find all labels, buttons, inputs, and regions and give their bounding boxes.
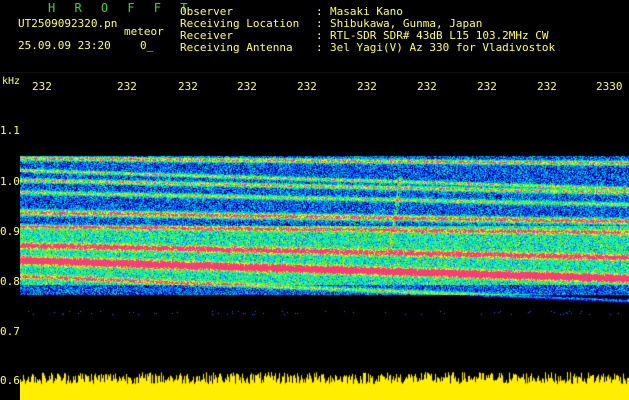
- freq-label: 0.6: [0, 374, 20, 387]
- time-tick: 232: [237, 80, 257, 93]
- time-tick: 232: [178, 80, 198, 93]
- freq-label: 0.9: [0, 225, 20, 238]
- app-title: H R O F F T: [48, 1, 194, 15]
- time-tick: 2330: [596, 80, 623, 93]
- time-axis: 232 232 232 232 232 232 232 232 232 2330: [0, 80, 629, 94]
- info-antenna-value: 3el Yagi(V) Az 330 for Vladivostok: [330, 41, 556, 54]
- freq-label: 1.0: [0, 175, 20, 188]
- spectrogram-waterfall: [20, 100, 629, 368]
- mode-label: meteor: [124, 25, 164, 38]
- freq-label: 0.8: [0, 275, 20, 288]
- time-tick: 232: [297, 80, 317, 93]
- signal-level-meter: [20, 370, 629, 400]
- freq-label: 0.7: [0, 325, 20, 338]
- datetime: 25.09.09 23:20: [18, 39, 111, 52]
- time-tick: 232: [117, 80, 137, 93]
- header-divider: [0, 72, 629, 73]
- time-tick: 232: [537, 80, 557, 93]
- file-name: UT2509092320.pn: [18, 17, 118, 30]
- time-tick: 232: [32, 80, 52, 93]
- status-code: 0_: [140, 39, 154, 52]
- info-colon: :: [316, 41, 323, 54]
- info-antenna-label: Receiving Antenna: [180, 41, 293, 54]
- time-tick: 232: [477, 80, 497, 93]
- time-tick: 232: [417, 80, 437, 93]
- freq-label: 1.1: [0, 124, 20, 137]
- time-tick: 232: [357, 80, 377, 93]
